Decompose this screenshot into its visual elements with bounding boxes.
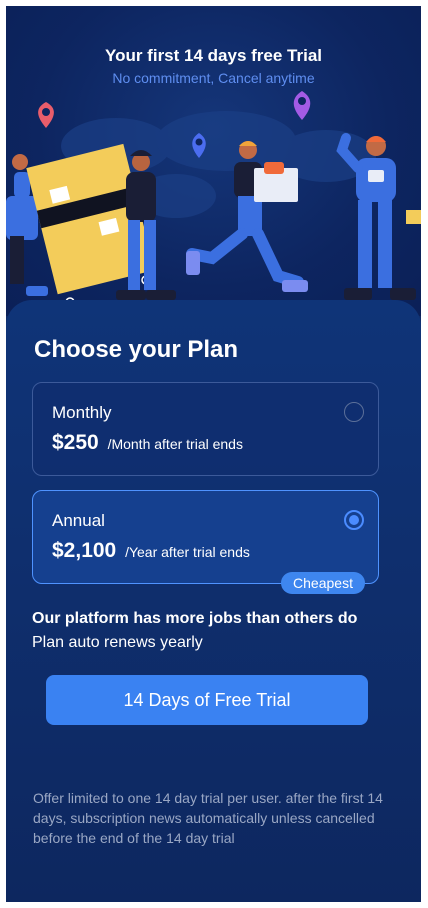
radio-unselected-icon[interactable]	[344, 402, 364, 422]
free-trial-button[interactable]: 14 Days of Free Trial	[46, 675, 368, 725]
hero-subtitle: No commitment, Cancel anytime	[112, 70, 315, 86]
hero-title: Your first 14 days free Trial	[105, 46, 322, 65]
radio-selected-icon[interactable]	[344, 510, 364, 530]
renewal-note: Plan auto renews yearly	[32, 634, 203, 651]
plan-price: $2,100 /Year after trial ends	[52, 539, 250, 563]
hero-banner: Your first 14 days free Trial No commitm…	[6, 6, 421, 316]
plan-price-amount: $2,100	[52, 539, 117, 562]
plan-price-suffix: /Year after trial ends	[125, 544, 250, 560]
plan-name: Monthly	[52, 403, 112, 422]
plan-name: Annual	[52, 511, 105, 530]
cheapest-badge: Cheapest	[281, 572, 365, 594]
map-pin-icon	[38, 102, 54, 128]
plan-option-monthly[interactable]: Monthly $250 /Month after trial ends	[32, 382, 379, 476]
plan-option-annual[interactable]: Annual $2,100 /Year after trial ends	[32, 490, 379, 584]
choose-plan-title: Choose your Plan	[34, 336, 239, 363]
trial-disclaimer: Offer limited to one 14 day trial per us…	[33, 790, 383, 846]
plan-price-amount: $250	[52, 431, 99, 454]
plan-price-suffix: /Month after trial ends	[107, 436, 243, 452]
delivery-illustration	[6, 91, 421, 307]
plan-price: $250 /Month after trial ends	[52, 431, 243, 455]
platform-headline: Our platform has more jobs than others d…	[32, 610, 358, 627]
